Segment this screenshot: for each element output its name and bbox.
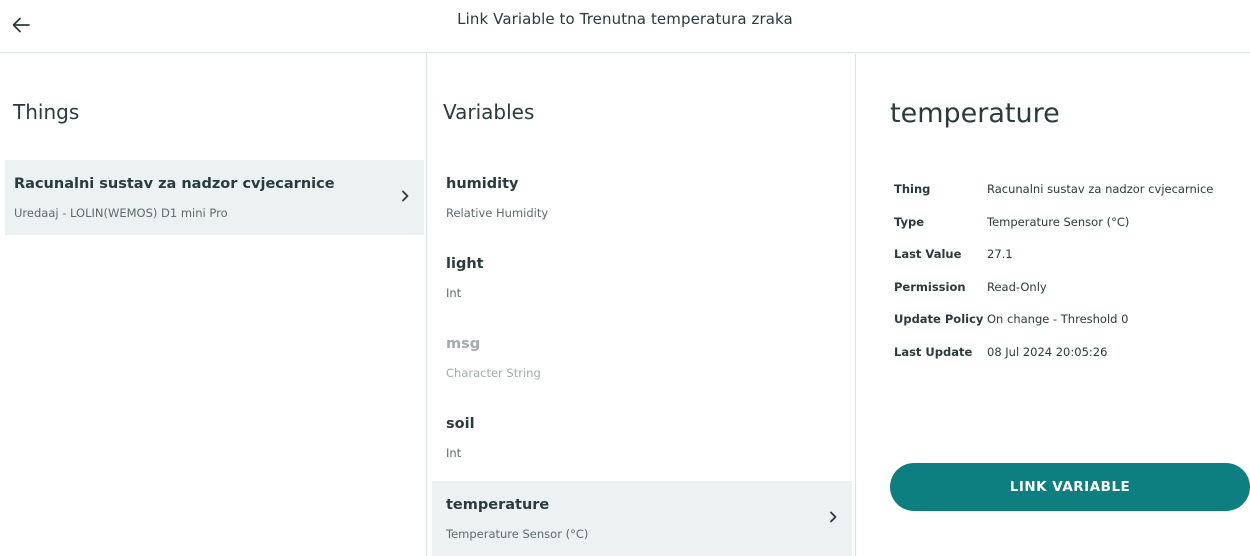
variable-item-temperature[interactable]: temperature Temperature Sensor (°C) [432, 481, 852, 556]
variable-name: temperature [446, 497, 550, 513]
detail-value: 27.1 [987, 247, 1013, 261]
variable-item-humidity[interactable]: humidity Relative Humidity [432, 160, 852, 235]
variable-item-msg: msg Character String [432, 320, 852, 395]
variable-name: light [446, 256, 484, 272]
variable-name: humidity [446, 176, 519, 192]
detail-value: 08 Jul 2024 20:05:26 [987, 344, 1108, 359]
variables-panel: Variables humidity Relative Humidity lig… [428, 54, 856, 556]
page-title: Link Variable to Trenutna temperatura zr… [457, 10, 793, 28]
variable-type: Character String [446, 366, 541, 380]
top-bar: Link Variable to Trenutna temperatura zr… [0, 0, 1250, 53]
things-heading: Things [13, 100, 80, 124]
link-variable-button[interactable]: LINK VARIABLE [890, 463, 1250, 511]
variable-item-light[interactable]: light Int [432, 240, 852, 315]
variable-detail-panel: temperature Thing Racunalni sustav za na… [857, 54, 1250, 556]
variables-heading: Variables [443, 100, 535, 124]
thing-item[interactable]: Racunalni sustav za nadzor cvjecarnice U… [5, 160, 424, 235]
detail-label: Permission [894, 279, 966, 294]
detail-label: Last Update [894, 344, 973, 359]
detail-label: Update Policy [894, 312, 984, 326]
variable-type: Int [446, 446, 462, 460]
detail-value: Racunalni sustav za nadzor cvjecarnice [987, 182, 1214, 196]
things-panel: Things Racunalni sustav za nadzor cvjeca… [0, 54, 427, 556]
detail-value: On change - Threshold 0 [987, 312, 1129, 326]
thing-name: Racunalni sustav za nadzor cvjecarnice [14, 176, 335, 192]
variable-name: msg [446, 336, 481, 352]
variable-type: Relative Humidity [446, 206, 549, 220]
detail-value: Temperature Sensor (°C) [987, 214, 1130, 229]
variable-name: soil [446, 416, 475, 432]
chevron-right-icon [400, 188, 410, 204]
variable-item-soil[interactable]: soil Int [432, 400, 852, 475]
thing-device: Uredaaj - LOLIN(WEMOS) D1 mini Pro [14, 206, 228, 220]
detail-label: Type [894, 214, 925, 229]
detail-label: Last Value [894, 247, 962, 261]
chevron-right-icon [828, 509, 838, 525]
variable-type: Int [446, 286, 462, 300]
detail-value: Read-Only [987, 279, 1047, 294]
variable-type: Temperature Sensor (°C) [446, 527, 589, 541]
detail-label: Thing [894, 182, 931, 196]
detail-title: temperature [890, 98, 1060, 129]
